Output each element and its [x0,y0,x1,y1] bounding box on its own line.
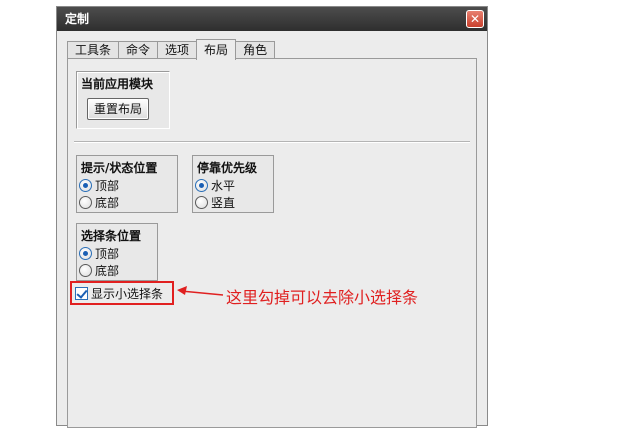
radio-label: 顶部 [95,247,120,261]
reset-layout-button[interactable]: 重置布局 [87,98,150,120]
radio-button[interactable] [79,264,92,277]
radio-button[interactable] [195,196,208,209]
tab-roles[interactable]: 角色 [235,41,276,59]
tip-status-position-group: 提示/状态位置 顶部 底部 [76,155,178,213]
customize-dialog: 定制 ✕ 工具条 命令 选项 布局 角色 当前应用模块 重置布局 提示/状态位置… [56,6,488,428]
radio-button-checked[interactable] [195,179,208,192]
dialog-title: 定制 [65,12,90,26]
current-module-title: 当前应用模块 [81,77,154,91]
arrow-left-icon [177,286,224,296]
radio-label: 底部 [95,196,120,210]
radio-label: 底部 [95,264,120,278]
radio-label: 顶部 [95,179,120,193]
dialog-titlebar[interactable]: 定制 [57,7,487,31]
show-mini-selection-checkbox[interactable] [75,286,88,300]
tip-status-position-title: 提示/状态位置 [81,161,158,175]
current-module-group: 当前应用模块 重置布局 [76,71,170,129]
tip-status-bottom-radio[interactable]: 底部 [79,194,119,211]
panel-separator [74,141,470,143]
dock-horizontal-radio[interactable]: 水平 [195,177,235,194]
selection-bar-top-radio[interactable]: 顶部 [79,245,119,262]
dock-priority-group: 停靠优先级 水平 竖直 [192,155,274,213]
dock-vertical-radio[interactable]: 竖直 [195,194,235,211]
layout-tab-panel: 当前应用模块 重置布局 提示/状态位置 顶部 底部 停靠优先级 水平 竖直 选择… [67,58,477,428]
show-mini-selection-checkbox-row[interactable]: 显示小选择条 [70,281,174,305]
radio-button-checked[interactable] [79,179,92,192]
radio-label: 竖直 [211,196,236,210]
tab-toolbars[interactable]: 工具条 [67,41,120,59]
radio-button[interactable] [79,196,92,209]
radio-label: 水平 [211,179,236,193]
selection-bar-position-group: 选择条位置 顶部 底部 [76,223,158,281]
tab-options[interactable]: 选项 [157,41,198,59]
show-mini-selection-label: 显示小选择条 [91,286,164,301]
close-icon: ✕ [469,12,481,26]
tab-strip: 工具条 命令 选项 布局 角色 [67,39,276,60]
selection-bar-position-title: 选择条位置 [81,229,142,243]
dock-priority-title: 停靠优先级 [197,161,258,175]
annotation-text: 这里勾掉可以去除小选择条 [226,288,419,307]
selection-bar-bottom-radio[interactable]: 底部 [79,262,119,279]
radio-button-checked[interactable] [79,247,92,260]
tip-status-top-radio[interactable]: 顶部 [79,177,119,194]
close-button[interactable]: ✕ [466,10,484,28]
tab-commands[interactable]: 命令 [118,41,159,59]
tab-layout[interactable]: 布局 [196,39,237,60]
